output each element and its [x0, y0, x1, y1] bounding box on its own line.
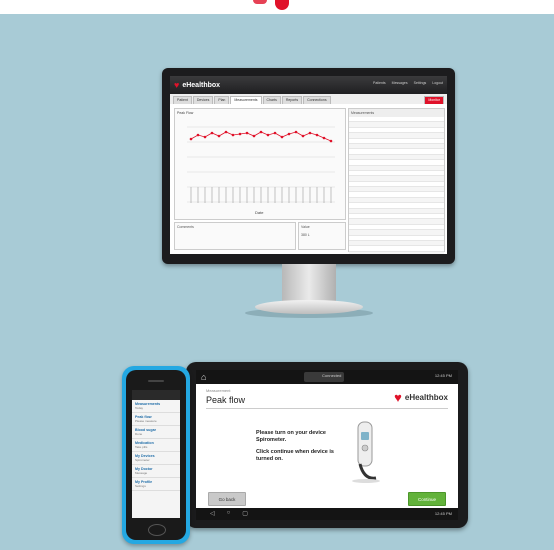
chart-point — [266, 133, 270, 137]
list-item-subtitle: Today — [135, 406, 144, 410]
header-link-settings[interactable]: Settings — [414, 81, 427, 85]
header-links: Patients Messages Settings Logout — [373, 81, 443, 85]
instruction-continue: Click continue when device is turned on. — [256, 449, 334, 462]
tablet-nav-bar: ◁ ○ ▢ 12:45 PM — [196, 508, 458, 520]
phone-speaker — [148, 380, 164, 382]
nav-time: 12:45 PM — [434, 511, 452, 516]
list-item[interactable]: Measurements Today — [132, 400, 180, 413]
monitor-stand — [282, 264, 336, 304]
header-link-logout[interactable]: Logout — [432, 81, 443, 85]
tab-charts[interactable]: Charts — [262, 96, 281, 104]
phone-home-button[interactable] — [148, 524, 166, 536]
back-button[interactable]: Go back — [208, 492, 246, 506]
header-link-messages[interactable]: Messages — [392, 81, 408, 85]
desktop-monitor: ♥ eHealthbox Patients Messages Settings … — [162, 68, 455, 264]
list-item[interactable]: Blood sugar Done — [132, 426, 180, 439]
chart-point — [231, 133, 235, 137]
tablet-screen: ⌂ Connected 12:45 PM Measurement Peak fl… — [196, 370, 458, 520]
chart-point — [252, 134, 256, 138]
measurement-table: Measurements — [348, 108, 445, 254]
chart-point — [210, 131, 214, 135]
chart-point — [217, 134, 221, 138]
instruction-turn-on: Please turn on your device Spirometer. — [256, 430, 326, 443]
measurement-chart: Date — [187, 126, 335, 215]
chart-point — [203, 135, 207, 139]
chart-point — [322, 136, 326, 140]
phone-list: Measurements Today Peak flow Please measure… — [132, 400, 180, 491]
phone-header — [132, 390, 180, 400]
chart-point — [329, 139, 333, 143]
chart-point — [259, 130, 263, 134]
home-circle-icon[interactable]: ○ — [227, 510, 231, 517]
tablet-device: ⌂ Connected 12:45 PM Measurement Peak fl… — [186, 362, 468, 528]
list-item[interactable]: Medication Take pills — [132, 439, 180, 452]
header-link-patients[interactable]: Patients — [373, 81, 386, 85]
monitor-screen: ♥ eHealthbox Patients Messages Settings … — [170, 76, 447, 254]
tablet-logo: ♥ eHealthbox — [394, 390, 448, 405]
tab-connections[interactable]: Connections — [303, 96, 331, 104]
chart-xlabel: Date — [255, 210, 264, 215]
chart-point — [294, 130, 298, 134]
chart-point — [238, 132, 242, 136]
value-text: 380 L — [301, 233, 310, 237]
tab-reports[interactable]: Reports — [281, 96, 303, 104]
chart-panel: Peak Flow Date — [174, 108, 346, 220]
home-icon[interactable]: ⌂ — [201, 372, 206, 382]
spirometer-device-icon — [352, 421, 380, 483]
status-center-text: Connected — [322, 373, 342, 378]
continue-button[interactable]: Continue — [408, 492, 446, 506]
nav-icons: ◁ ○ ▢ — [210, 510, 248, 517]
list-item[interactable]: My Profile Settings — [132, 478, 180, 491]
tab-devices[interactable]: Devices — [192, 96, 214, 104]
tab-bar: Patient Devices Plan Measurements Charts… — [170, 94, 447, 104]
comments-label: Comments — [177, 225, 194, 229]
table-title: Measurements — [349, 109, 444, 117]
chart-point — [245, 131, 249, 135]
app-title: eHealthbox — [182, 81, 221, 89]
chart-point — [224, 130, 228, 134]
smartphone-device: Measurements Today Peak flow Please measure… — [122, 366, 190, 544]
heart-logo-icon: ♥ — [394, 390, 402, 405]
chart-point — [196, 133, 200, 137]
chart-point — [315, 133, 319, 137]
phone-screen: Measurements Today Peak flow Please measure… — [132, 390, 180, 518]
recent-apps-icon[interactable]: ▢ — [242, 510, 248, 517]
value-box: Value 380 L — [298, 222, 346, 250]
status-time: 12:45 PM — [434, 373, 452, 378]
chart-point — [301, 134, 305, 138]
list-item-subtitle: Spirometer — [135, 458, 150, 462]
tab-measurements[interactable]: Measurements — [230, 96, 262, 104]
table-row — [349, 251, 444, 254]
list-item-subtitle: Message — [135, 471, 148, 475]
list-item-subtitle: Please measure — [135, 419, 157, 423]
tab-plan[interactable]: Plan — [214, 96, 230, 104]
chart-point — [308, 131, 312, 135]
divider — [206, 408, 448, 409]
tablet-status-bar: ⌂ Connected 12:45 PM — [196, 370, 458, 384]
comments-box: Comments — [174, 222, 296, 250]
heart-logo-icon: ♥ — [174, 80, 180, 90]
top-decoration — [253, 0, 267, 4]
chart-point — [287, 132, 291, 136]
list-item-subtitle: Take pills — [135, 445, 148, 449]
list-item[interactable]: Peak flow Please measure — [132, 413, 180, 426]
chart-point — [273, 131, 277, 135]
back-arrow-icon[interactable]: ◁ — [210, 510, 215, 517]
list-item-subtitle: Settings — [135, 484, 146, 488]
tablet-logo-text: eHealthbox — [404, 393, 448, 402]
phone-bezel: Measurements Today Peak flow Please measure… — [126, 370, 186, 540]
page-title: Peak flow — [206, 395, 246, 405]
tab-patient[interactable]: Patient — [173, 96, 192, 104]
monitor-base — [255, 300, 363, 314]
page-subtitle: Measurement — [206, 388, 231, 393]
list-item[interactable]: My Doctor Message — [132, 465, 180, 478]
list-item[interactable]: My Devices Spirometer — [132, 452, 180, 465]
value-label: Value — [301, 225, 310, 229]
app-header: ♥ eHealthbox Patients Messages Settings … — [170, 76, 447, 94]
tab-monitor[interactable]: Monitor — [424, 96, 444, 104]
chart-point — [189, 137, 193, 141]
chart-title: Peak Flow — [177, 111, 194, 115]
list-item-subtitle: Done — [135, 432, 143, 436]
chart-point — [280, 135, 284, 139]
